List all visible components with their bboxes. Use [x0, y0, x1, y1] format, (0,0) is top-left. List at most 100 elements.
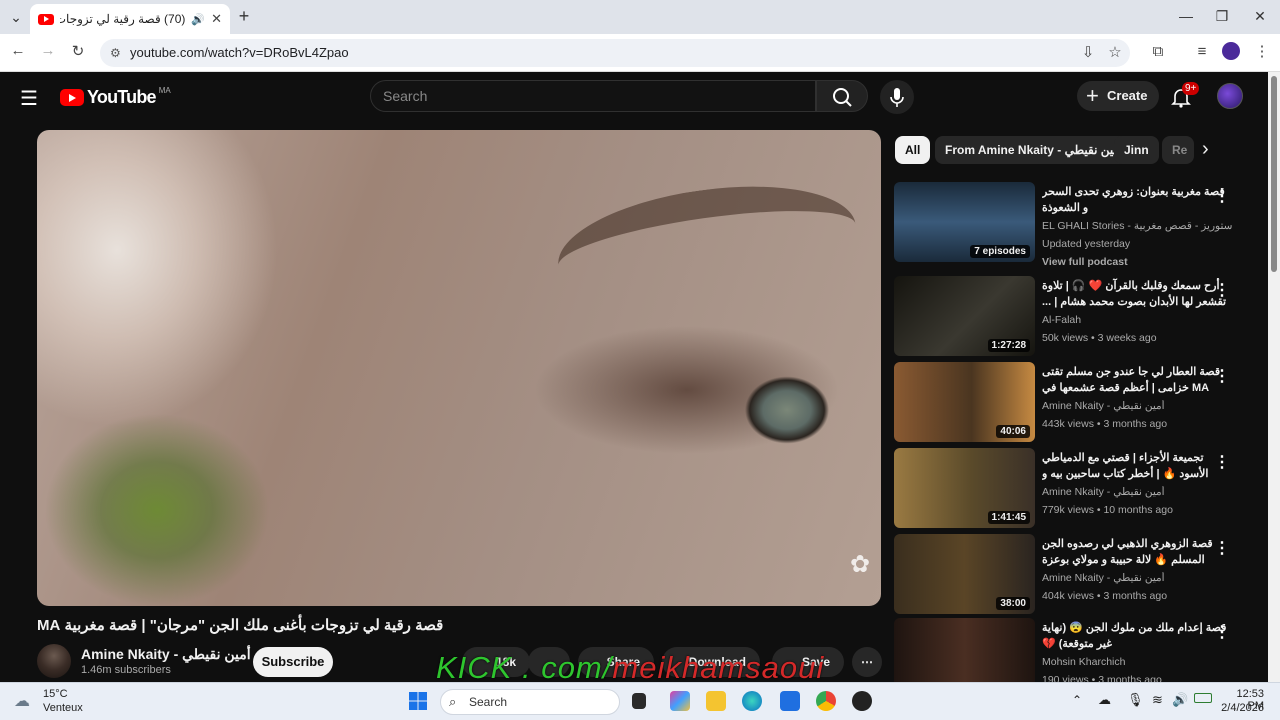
new-tab-button[interactable]: + — [234, 6, 254, 26]
back-arrow-icon[interactable]: ← — [8, 42, 28, 59]
rec-thumbnail[interactable]: 1:27:28 — [894, 276, 1035, 356]
weather-icon[interactable]: ☁ — [14, 691, 30, 711]
rec-more-icon[interactable]: ⋮ — [1214, 280, 1230, 300]
chips-next-chevron-icon[interactable]: › — [1202, 138, 1209, 161]
chip-partial[interactable]: Re — [1162, 136, 1194, 164]
browser-tab-youtube[interactable]: (70) قصة رقية لي تزوجات بأغ 🔊 ✕ — [30, 4, 230, 34]
tab-search-icon[interactable]: ⌄ — [6, 7, 26, 27]
rec-item[interactable]: 1:27:28 أرح سمعك وقلبك بالقرآن ❤️ 🎧 | تل… — [894, 276, 1260, 356]
rec-more-icon[interactable]: ⋮ — [1214, 622, 1230, 642]
page-scrollbar[interactable] — [1268, 72, 1280, 682]
weather-temp[interactable]: 15°C — [43, 688, 68, 700]
maximize-icon[interactable]: ❐ — [1212, 6, 1232, 26]
tray-cloud-icon[interactable]: ☁ — [1098, 692, 1111, 708]
rec-more-icon[interactable]: ⋮ — [1214, 538, 1230, 558]
rec-thumbnail[interactable]: 38:00 — [894, 534, 1035, 614]
stream-overlay-text: KICK . com/meikhamsaoui — [436, 650, 824, 682]
speaker-icon[interactable]: 🔊 — [191, 13, 205, 26]
url-field[interactable]: ⚙ youtube.com/watch?v=DRoBvL4Zpao — [100, 39, 1130, 67]
search-input[interactable]: Search — [370, 80, 816, 112]
tray-mic-icon[interactable]: 🎙 — [1127, 692, 1144, 708]
youtube-logo[interactable]: YouTube MA — [60, 86, 171, 108]
rec-item[interactable]: 7 episodes قصة مغربية بعنوان: زوهري تحدى… — [894, 182, 1260, 268]
rec-thumbnail[interactable] — [894, 618, 1035, 682]
rec-channel: Amine Nkaity - أمين نقيطي — [1042, 486, 1165, 498]
search-icon — [833, 88, 852, 107]
site-info-icon[interactable]: ⚙ — [110, 39, 121, 67]
address-bar-row: ← → ↻ ⚙ youtube.com/watch?v=DRoBvL4Zpao … — [0, 34, 1280, 72]
country-code: MA — [158, 86, 171, 95]
rec-duration: 40:06 — [996, 425, 1030, 438]
rec-item[interactable]: قصة إعدام ملك من ملوك الجن 😨 (نهاية غير … — [894, 618, 1260, 682]
menu-kebab-icon[interactable]: ⋮ — [1252, 42, 1272, 60]
close-window-icon[interactable]: ✕ — [1250, 6, 1270, 26]
rec-duration: 1:27:28 — [987, 339, 1030, 352]
rec-more-icon[interactable]: ⋮ — [1214, 186, 1230, 206]
rec-thumbnail[interactable]: 7 episodes — [894, 182, 1035, 262]
volume-icon[interactable]: 🔊 — [1172, 692, 1188, 708]
channel-watermark-logo: ✿ — [849, 551, 871, 578]
chip-jinn[interactable]: Jinn — [1114, 136, 1159, 164]
rec-thumbnail[interactable]: 1:41:45 — [894, 448, 1035, 528]
rec-meta: 404k views • 3 months ago — [1042, 590, 1168, 602]
tab-close-icon[interactable]: ✕ — [211, 11, 222, 27]
taskbar-search-input[interactable]: ⌕ Search — [440, 689, 620, 715]
rec-more-icon[interactable]: ⋮ — [1214, 452, 1230, 472]
clock-date[interactable]: 2/4/2026 — [1220, 702, 1264, 714]
wifi-icon[interactable]: ≋ — [1152, 692, 1163, 708]
reload-icon[interactable]: ↻ — [68, 42, 88, 60]
account-avatar[interactable] — [1217, 83, 1243, 109]
rec-duration: 1:41:45 — [987, 511, 1030, 524]
profile-avatar[interactable] — [1222, 42, 1240, 60]
view-full-podcast-link[interactable]: View full podcast — [1042, 256, 1128, 268]
chip-from-channel[interactable]: From Amine Nkaity - أمين نقيطي — [935, 136, 1134, 164]
logo-text: YouTube — [87, 87, 157, 107]
voice-search-button[interactable] — [880, 80, 914, 114]
channel-avatar[interactable] — [37, 644, 71, 678]
channel-name[interactable]: Amine Nkaity - أمين نقيطي ✔ — [81, 646, 264, 663]
extensions-icon[interactable]: ⧉ — [1148, 43, 1168, 60]
install-app-icon[interactable]: ⇩ — [1078, 43, 1098, 61]
chip-all[interactable]: All — [895, 136, 931, 164]
edge-browser-icon[interactable] — [742, 691, 762, 711]
video-player[interactable]: ✿ — [37, 130, 881, 606]
microsoft-store-icon[interactable] — [780, 691, 800, 711]
rec-item[interactable]: 1:41:45 تجميعة الأجزاء | قصتي مع الدمياط… — [894, 448, 1260, 528]
create-label: Create — [1107, 88, 1148, 103]
rec-title: قصة مغربية بعنوان: زوهري تحدى السحر و ال… — [1042, 186, 1225, 214]
subscribe-button[interactable]: Subscribe — [253, 647, 333, 677]
rec-duration: 38:00 — [996, 597, 1030, 610]
rec-item[interactable]: 40:06 قصة العطار لي جا عندو جن مسلم تقتى… — [894, 362, 1260, 442]
scrollbar-thumb[interactable] — [1271, 76, 1277, 272]
rec-thumbnail[interactable]: 40:06 — [894, 362, 1035, 442]
copilot-icon[interactable] — [670, 691, 690, 711]
url-text: youtube.com/watch?v=DRoBvL4Zpao — [130, 45, 349, 60]
rec-more-icon[interactable]: ⋮ — [1214, 366, 1230, 386]
chrome-icon[interactable] — [816, 691, 836, 711]
taskbar-search-icon: ⌕ — [449, 694, 457, 709]
weather-desc[interactable]: Venteux — [43, 702, 83, 714]
windows-start-icon[interactable] — [408, 691, 428, 711]
tray-chevron-icon[interactable]: ⌃ — [1072, 693, 1082, 707]
create-button[interactable]: + Create — [1077, 81, 1159, 111]
task-view-icon[interactable] — [632, 693, 646, 709]
search-button[interactable] — [816, 80, 868, 112]
video-frame-eyebrow — [550, 169, 864, 321]
rec-item[interactable]: 38:00 قصة الزوهري الذهبي لي رصدوه الجن ا… — [894, 534, 1260, 614]
rec-channel: Amine Nkaity - أمين نقيطي — [1042, 400, 1165, 412]
channel-name-text: Amine Nkaity - أمين نقيطي — [81, 646, 251, 662]
bookmark-star-icon[interactable]: ☆ — [1105, 43, 1125, 61]
media-control-icon[interactable]: ≡ — [1192, 43, 1212, 60]
rec-episodes-badge: 7 episodes — [970, 245, 1030, 258]
rec-channel: Al-Falah — [1042, 314, 1082, 326]
minimize-icon[interactable]: — — [1176, 6, 1196, 26]
battery-icon[interactable] — [1194, 693, 1212, 703]
file-explorer-icon[interactable] — [706, 691, 726, 711]
obs-icon[interactable] — [852, 691, 872, 711]
hamburger-menu-icon[interactable]: ☰ — [20, 86, 38, 111]
forward-arrow-icon[interactable]: → — [38, 42, 58, 59]
plus-icon: + — [1086, 83, 1099, 108]
rec-meta: 190 views • 3 months ago — [1042, 674, 1162, 682]
rec-title: قصة إعدام ملك من ملوك الجن 😨 (نهاية غير … — [1042, 622, 1227, 650]
more-actions-button[interactable]: ⋯ — [852, 647, 882, 677]
